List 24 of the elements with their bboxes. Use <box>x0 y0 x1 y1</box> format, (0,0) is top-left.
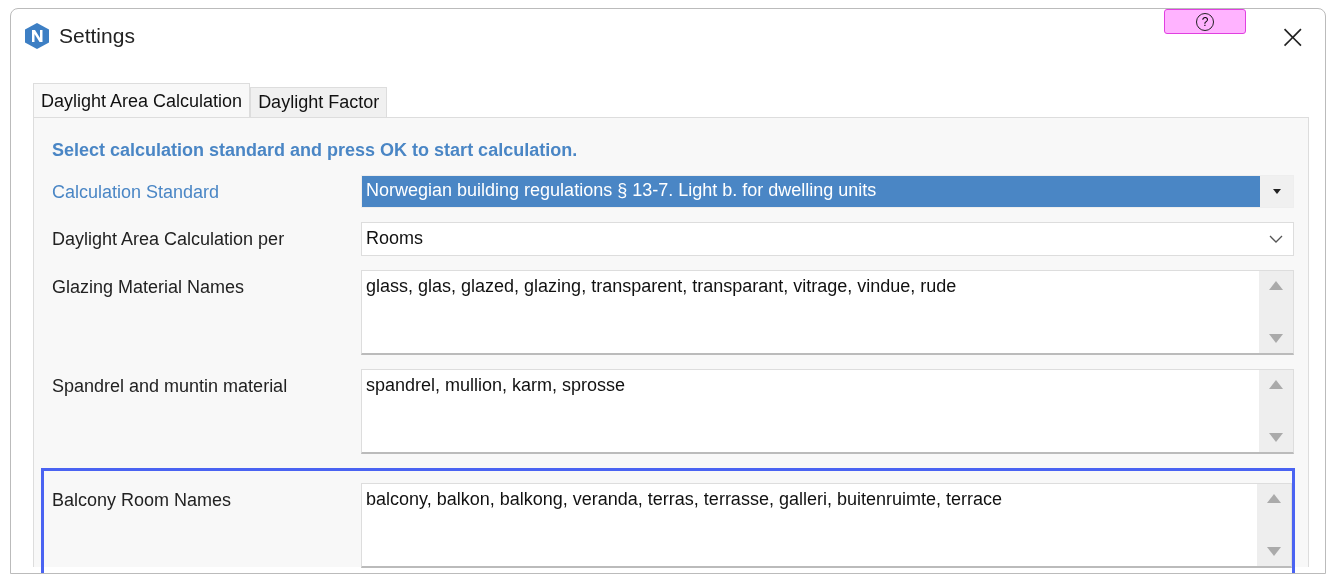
scroll-up-icon[interactable] <box>1269 380 1283 389</box>
scroll-up-icon[interactable] <box>1269 281 1283 290</box>
field-label: Balcony Room Names <box>52 489 233 512</box>
field-label: Daylight Area Calculation per <box>52 228 286 251</box>
dropdown-field[interactable]: Rooms <box>361 222 1294 256</box>
app-logo-icon <box>23 22 51 50</box>
close-button[interactable]: × <box>1274 19 1311 53</box>
text-area[interactable]: balcony, balkon, balkong, veranda, terras, terrasse, galleri, buitenruimte, terrace <box>361 483 1292 568</box>
scroll-down-icon[interactable] <box>1269 334 1283 343</box>
window-title: Settings <box>59 24 135 48</box>
field-label: Calculation Standard <box>52 181 221 204</box>
chevron-down-icon[interactable] <box>1269 235 1283 243</box>
dropdown-arrow-icon[interactable] <box>1272 189 1281 194</box>
help-button[interactable]: ? <box>1164 9 1246 34</box>
scroll-down-icon[interactable] <box>1267 547 1281 556</box>
text-area[interactable]: glass, glas, glazed, glazing, transparent, transparant, vitrage, vindue, rude <box>361 270 1294 355</box>
scroll-down-icon[interactable] <box>1269 433 1283 442</box>
scroll-up-icon[interactable] <box>1267 494 1281 503</box>
instruction-heading: Select calculation standard and press OK to start calculation. <box>52 140 579 161</box>
field-label: Spandrel and muntin material <box>52 375 289 398</box>
field-label: Glazing Material Names <box>52 276 246 299</box>
tab[interactable]: Daylight Area Calculation <box>33 83 251 117</box>
tab[interactable]: Daylight Factor <box>250 87 388 117</box>
text-area[interactable]: spandrel, mullion, karm, sprosse <box>361 369 1294 454</box>
